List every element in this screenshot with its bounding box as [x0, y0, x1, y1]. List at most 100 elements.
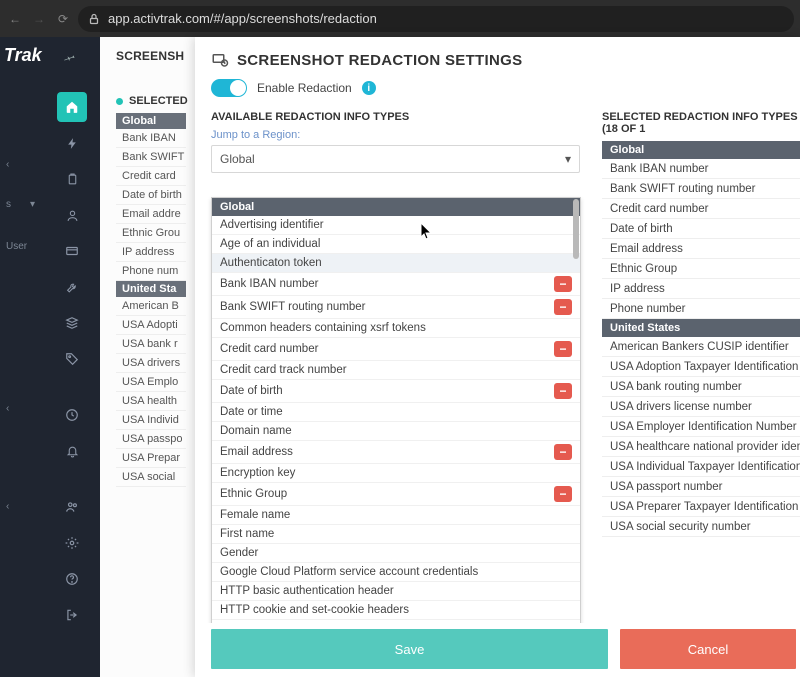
panel-list-item[interactable]: USA Prepar	[116, 449, 186, 468]
selected-item[interactable]: USA passport number	[602, 477, 800, 497]
selected-item[interactable]: Email address	[602, 239, 800, 259]
dropdown-scrollbar[interactable]	[573, 199, 579, 259]
wrench-icon[interactable]	[57, 272, 87, 302]
available-item[interactable]: Bank IBAN number−	[212, 273, 580, 296]
available-item[interactable]: Credit card track number	[212, 361, 580, 380]
available-item[interactable]: First name	[212, 525, 580, 544]
logout-icon[interactable]	[57, 600, 87, 630]
available-item[interactable]: Authenticaton token	[212, 254, 580, 273]
available-item[interactable]: Ethnic Group −	[212, 483, 580, 506]
selected-item[interactable]: USA Preparer Taxpayer Identification Num…	[602, 497, 800, 517]
sidebar-icon-column	[52, 92, 92, 630]
available-item[interactable]: Encryption key	[212, 464, 580, 483]
remove-icon[interactable]: −	[554, 486, 572, 502]
selected-item[interactable]: USA Individual Taxpayer Identification N…	[602, 457, 800, 477]
panel-list-item[interactable]: Phone num	[116, 262, 186, 281]
info-icon[interactable]: i	[362, 81, 376, 95]
panel-list-item[interactable]: USA social	[116, 468, 186, 487]
selected-item[interactable]: Bank IBAN number	[602, 159, 800, 179]
remove-icon[interactable]: −	[554, 444, 572, 460]
available-item[interactable]: Date or time	[212, 403, 580, 422]
panel-selected-list: GlobalBank IBANBank SWIFTCredit cardDate…	[116, 113, 186, 487]
selected-item[interactable]: USA Adoption Taxpayer Identification Num…	[602, 357, 800, 377]
redaction-settings-modal: SCREENSHOT REDACTION SETTINGS Enable Red…	[195, 37, 800, 677]
brand-logo: Trak	[4, 45, 42, 66]
remove-icon[interactable]: −	[554, 276, 572, 292]
available-item[interactable]: Date of birth−	[212, 380, 580, 403]
available-item[interactable]: Advertising identifier	[212, 216, 580, 235]
available-item[interactable]: Gender	[212, 544, 580, 563]
modal-title-row: SCREENSHOT REDACTION SETTINGS	[195, 51, 800, 69]
panel-list-item[interactable]: USA Adopti	[116, 316, 186, 335]
remove-icon[interactable]: −	[554, 341, 572, 357]
available-item[interactable]: HTTP basic authentication header	[212, 582, 580, 601]
selected-item[interactable]: USA bank routing number	[602, 377, 800, 397]
available-item[interactable]: Common headers containing xsrf tokens	[212, 319, 580, 338]
selected-item[interactable]: IP address	[602, 279, 800, 299]
panel-list-item[interactable]: American B	[116, 297, 186, 316]
clock-icon[interactable]	[57, 400, 87, 430]
help-icon[interactable]	[57, 564, 87, 594]
selected-item[interactable]: Phone number	[602, 299, 800, 319]
nav-reload[interactable]: ⟳	[54, 10, 72, 28]
user-icon[interactable]	[57, 200, 87, 230]
panel-list-item[interactable]: USA drivers	[116, 354, 186, 373]
selected-item[interactable]: USA drivers license number	[602, 397, 800, 417]
selected-item[interactable]: American Bankers CUSIP identifier	[602, 337, 800, 357]
available-item-label: Encryption key	[220, 467, 295, 479]
panel-list-item[interactable]: USA Individ	[116, 411, 186, 430]
selected-item[interactable]: USA Employer Identification Number	[602, 417, 800, 437]
panel-list-item[interactable]: USA Emplo	[116, 373, 186, 392]
panel-list-item[interactable]: Credit card	[116, 167, 186, 186]
available-item-label: Ethnic Group	[220, 488, 287, 500]
available-item[interactable]: Google Cloud Platform service account cr…	[212, 563, 580, 582]
panel-list-item[interactable]: IP address	[116, 243, 186, 262]
nav-back[interactable]: ←	[6, 10, 24, 28]
bell-icon[interactable]	[57, 436, 87, 466]
users-icon[interactable]	[57, 492, 87, 522]
card-icon[interactable]	[57, 236, 87, 266]
available-item[interactable]: Email address−	[212, 441, 580, 464]
available-item[interactable]: Bank SWIFT routing number−	[212, 296, 580, 319]
panel-list-item[interactable]: USA bank r	[116, 335, 186, 354]
selected-column: SELECTED REDACTION INFO TYPES (18 OF 1 G…	[592, 103, 800, 623]
selected-item[interactable]: Bank SWIFT routing number	[602, 179, 800, 199]
available-item[interactable]: Age of an individual	[212, 235, 580, 254]
clipboard-icon[interactable]	[57, 164, 87, 194]
selected-item[interactable]: USA healthcare national provider identif…	[602, 437, 800, 457]
address-bar[interactable]: app.activtrak.com/#/app/screenshots/reda…	[78, 6, 794, 32]
selected-item[interactable]: USA social security number	[602, 517, 800, 537]
available-item[interactable]: Credit card number−	[212, 338, 580, 361]
home-icon[interactable]	[57, 92, 87, 122]
panel-list-item[interactable]: Ethnic Grou	[116, 224, 186, 243]
available-item[interactable]: Domain name	[212, 422, 580, 441]
sidebar-caret-s[interactable]: ▾	[30, 199, 35, 210]
available-item[interactable]: Female name	[212, 506, 580, 525]
sidebar-chevron-2[interactable]: ‹	[6, 403, 9, 414]
remove-icon[interactable]: −	[554, 299, 572, 315]
available-item[interactable]: Human readable time (e.g. 9:54 pm)	[212, 620, 580, 623]
panel-list-item[interactable]: Email addre	[116, 205, 186, 224]
gear-icon[interactable]	[57, 528, 87, 558]
selected-item[interactable]: Date of birth	[602, 219, 800, 239]
selected-item[interactable]: Credit card number	[602, 199, 800, 219]
panel-list-item[interactable]: USA health	[116, 392, 186, 411]
remove-icon[interactable]: −	[554, 383, 572, 399]
cancel-button[interactable]: Cancel	[620, 629, 796, 669]
panel-list-item[interactable]: USA passpo	[116, 430, 186, 449]
available-item[interactable]: HTTP cookie and set-cookie headers	[212, 601, 580, 620]
sidebar-chevron-1[interactable]: ‹	[6, 159, 9, 170]
region-select[interactable]: Global ▾	[211, 145, 580, 173]
save-button[interactable]: Save	[211, 629, 608, 669]
pin-icon[interactable]	[62, 49, 78, 65]
sidebar-chevron-3[interactable]: ‹	[6, 501, 9, 512]
tag-icon[interactable]	[57, 344, 87, 374]
sidebar: Trak ‹ s ▾ User ‹ ‹	[0, 37, 100, 677]
panel-list-item[interactable]: Bank IBAN	[116, 129, 186, 148]
enable-redaction-toggle[interactable]	[211, 79, 247, 97]
stack-icon[interactable]	[57, 308, 87, 338]
selected-item[interactable]: Ethnic Group	[602, 259, 800, 279]
panel-list-item[interactable]: Bank SWIFT	[116, 148, 186, 167]
bolt-icon[interactable]	[57, 128, 87, 158]
panel-list-item[interactable]: Date of birth	[116, 186, 186, 205]
